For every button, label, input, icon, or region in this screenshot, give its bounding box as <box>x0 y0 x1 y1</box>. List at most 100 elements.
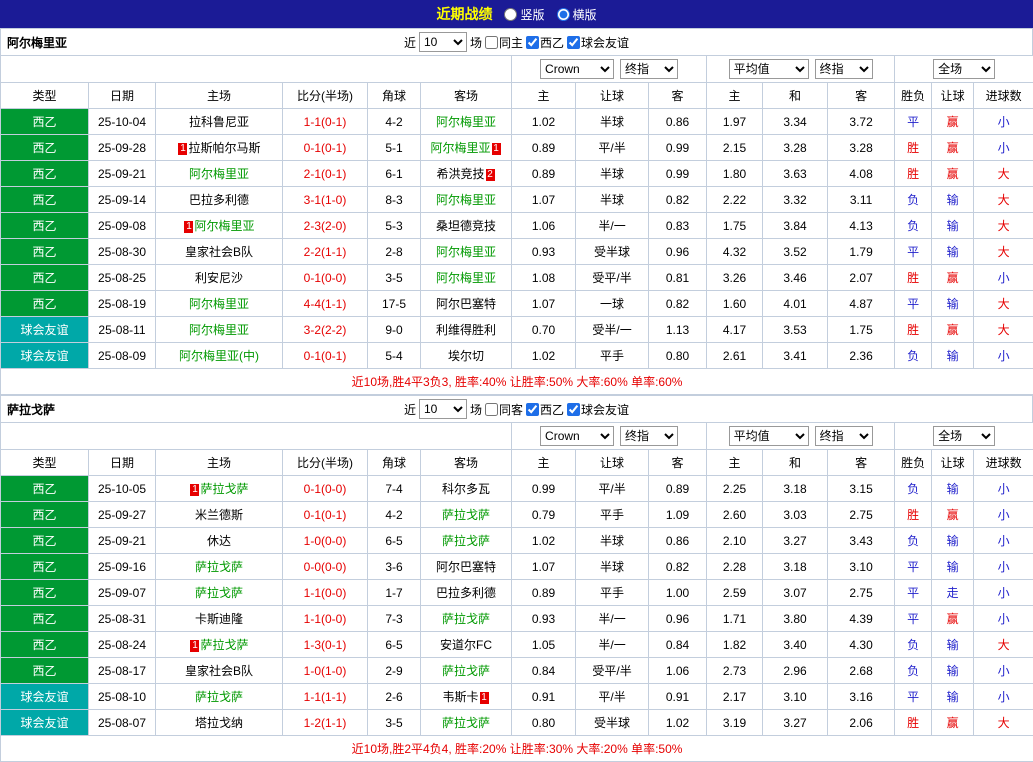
away-team-link[interactable]: 希洪竞技2 <box>437 167 496 181</box>
home-team-link[interactable]: 萨拉戈萨 <box>195 560 243 574</box>
outcome-cell: 平 <box>895 580 932 606</box>
away-team-link[interactable]: 阿尔梅里亚 <box>436 193 496 207</box>
recent-count-select[interactable]: 10 <box>419 399 467 419</box>
away-team-link[interactable]: 科尔多瓦 <box>442 482 490 496</box>
scope-select[interactable]: 全场 <box>933 59 995 79</box>
home-team-link[interactable]: 1萨拉戈萨 <box>189 638 248 652</box>
away-team-link[interactable]: 萨拉戈萨 <box>442 716 490 730</box>
asia-mode-select[interactable]: 终指 <box>620 59 678 79</box>
home-team-link[interactable]: 皇家社会B队 <box>185 664 253 678</box>
asia-handicap-cell: 受平/半 <box>576 265 649 291</box>
home-team-link[interactable]: 阿尔梅里亚 <box>189 167 249 181</box>
filter-bar: 近 10 场 同主 西乙 球会友谊 <box>404 32 629 52</box>
asia-mode-select[interactable]: 终指 <box>620 426 678 446</box>
bookmaker-select[interactable]: Crown <box>540 426 614 446</box>
layout-horizontal-option[interactable]: 横版 <box>557 6 597 23</box>
asia-away-odds-cell: 1.06 <box>649 658 707 684</box>
handicap-result-cell: 赢 <box>932 161 974 187</box>
euro-draw-odds-cell: 3.27 <box>763 710 828 736</box>
euro-away-odds-cell: 4.87 <box>828 291 895 317</box>
handicap-result-cell: 输 <box>932 684 974 710</box>
layout-vertical-option[interactable]: 竖版 <box>504 6 544 23</box>
friendly-checkbox[interactable] <box>567 403 580 416</box>
match-date-cell: 25-09-08 <box>89 213 156 239</box>
horizontal-radio[interactable] <box>557 8 570 21</box>
home-team-link[interactable]: 1萨拉戈萨 <box>189 482 248 496</box>
home-team-link[interactable]: 皇家社会B队 <box>185 245 253 259</box>
half-time-score: (0-1) <box>321 508 346 522</box>
euro-average-select[interactable]: 平均值 <box>729 426 809 446</box>
away-team-link[interactable]: 韦斯卡1 <box>443 690 490 704</box>
scope-select[interactable]: 全场 <box>933 426 995 446</box>
corner-cell: 5-1 <box>368 135 421 161</box>
match-row: 球会友谊25-08-09阿尔梅里亚(中)0-1(0-1)5-4埃尔切1.02平手… <box>1 343 1033 369</box>
home-team-link[interactable]: 1拉斯帕尔马斯 <box>177 141 260 155</box>
same-venue-filter[interactable]: 同主 <box>485 34 523 51</box>
home-team-link[interactable]: 休达 <box>207 534 231 548</box>
team-name-text: 希洪竞技 <box>437 167 485 181</box>
col-euro-home: 主 <box>707 450 763 476</box>
home-team-link[interactable]: 米兰德斯 <box>195 508 243 522</box>
same-venue-checkbox[interactable] <box>485 403 498 416</box>
corner-cell: 8-3 <box>368 187 421 213</box>
away-team-link[interactable]: 萨拉戈萨 <box>442 508 490 522</box>
home-team-link[interactable]: 阿尔梅里亚(中) <box>179 349 259 363</box>
vertical-radio[interactable] <box>504 8 517 21</box>
home-team-link[interactable]: 卡斯迪隆 <box>195 612 243 626</box>
home-team-link[interactable]: 萨拉戈萨 <box>195 586 243 600</box>
recent-count-select[interactable]: 10 <box>419 32 467 52</box>
league-filter[interactable]: 西乙 <box>526 34 564 51</box>
euro-draw-odds-cell: 3.07 <box>763 580 828 606</box>
friendly-filter[interactable]: 球会友谊 <box>567 34 629 51</box>
away-team-link[interactable]: 安道尔FC <box>440 638 492 652</box>
away-team-link[interactable]: 阿尔巴塞特 <box>436 297 496 311</box>
asia-home-odds-cell: 0.93 <box>512 606 576 632</box>
away-team-link[interactable]: 萨拉戈萨 <box>442 612 490 626</box>
home-team-link[interactable]: 拉科鲁尼亚 <box>189 115 249 129</box>
score-cell: 1-2(1-1) <box>283 710 368 736</box>
euro-home-odds-cell: 1.71 <box>707 606 763 632</box>
away-team-link[interactable]: 萨拉戈萨 <box>442 664 490 678</box>
league-label: 西乙 <box>540 34 564 51</box>
euro-home-odds-cell: 2.73 <box>707 658 763 684</box>
away-team-link[interactable]: 阿尔梅里亚 <box>436 271 496 285</box>
team-name-text: 阿尔梅里亚 <box>436 193 496 207</box>
same-venue-label: 同主 <box>499 34 523 51</box>
away-team-link[interactable]: 利维得胜利 <box>436 323 496 337</box>
asia-away-odds-cell: 0.81 <box>649 265 707 291</box>
euro-average-select[interactable]: 平均值 <box>729 59 809 79</box>
away-team-link[interactable]: 埃尔切 <box>448 349 484 363</box>
home-team-cell: 萨拉戈萨 <box>156 580 283 606</box>
match-row: 球会友谊25-08-11阿尔梅里亚3-2(2-2)9-0利维得胜利0.70受半/… <box>1 317 1033 343</box>
asia-home-odds-cell: 0.99 <box>512 476 576 502</box>
col-type: 类型 <box>1 450 89 476</box>
away-team-link[interactable]: 阿尔梅里亚1 <box>431 141 502 155</box>
league-checkbox[interactable] <box>526 36 539 49</box>
home-team-link[interactable]: 塔拉戈纳 <box>195 716 243 730</box>
away-team-link[interactable]: 阿尔巴塞特 <box>436 560 496 574</box>
friendly-checkbox[interactable] <box>567 36 580 49</box>
away-team-link[interactable]: 阿尔梅里亚 <box>436 115 496 129</box>
euro-mode-select[interactable]: 终指 <box>815 59 873 79</box>
league-filter[interactable]: 西乙 <box>526 401 564 418</box>
home-team-link[interactable]: 巴拉多利德 <box>189 193 249 207</box>
score-cell: 2-3(2-0) <box>283 213 368 239</box>
asia-away-odds-cell: 0.83 <box>649 213 707 239</box>
col-corner: 角球 <box>368 450 421 476</box>
away-team-link[interactable]: 桑坦德竞技 <box>436 219 496 233</box>
away-team-link[interactable]: 巴拉多利德 <box>436 586 496 600</box>
league-checkbox[interactable] <box>526 403 539 416</box>
half-time-score: (0-1) <box>321 115 346 129</box>
home-team-link[interactable]: 1阿尔梅里亚 <box>183 219 254 233</box>
home-team-link[interactable]: 萨拉戈萨 <box>195 690 243 704</box>
same-venue-filter[interactable]: 同客 <box>485 401 523 418</box>
friendly-filter[interactable]: 球会友谊 <box>567 401 629 418</box>
euro-mode-select[interactable]: 终指 <box>815 426 873 446</box>
home-team-link[interactable]: 阿尔梅里亚 <box>189 297 249 311</box>
home-team-link[interactable]: 利安尼沙 <box>195 271 243 285</box>
bookmaker-select[interactable]: Crown <box>540 59 614 79</box>
same-venue-checkbox[interactable] <box>485 36 498 49</box>
away-team-link[interactable]: 萨拉戈萨 <box>442 534 490 548</box>
away-team-link[interactable]: 阿尔梅里亚 <box>436 245 496 259</box>
home-team-link[interactable]: 阿尔梅里亚 <box>189 323 249 337</box>
